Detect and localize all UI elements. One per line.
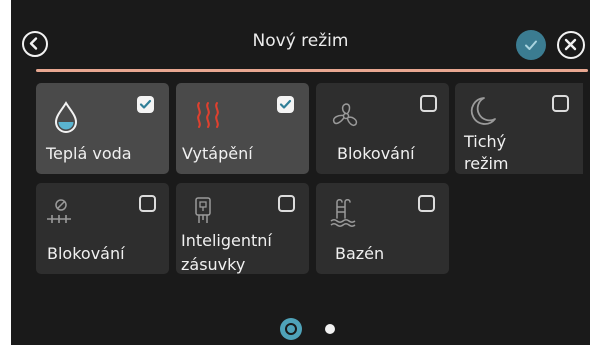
- tile-label-line1: Tichý: [464, 132, 507, 151]
- tile-label: Teplá voda: [46, 144, 132, 163]
- tile-label-line2: zásuvky: [181, 255, 246, 274]
- block-heating-checkbox[interactable]: [139, 195, 156, 212]
- tile-hot-water[interactable]: Teplá voda: [36, 83, 169, 174]
- page-indicator[interactable]: [325, 324, 335, 334]
- quiet-mode-checkbox[interactable]: [552, 95, 569, 112]
- page-indicator-active-core: [287, 325, 295, 333]
- checkmark-icon: [525, 40, 537, 50]
- confirm-button[interactable]: [516, 30, 546, 60]
- smart-plug-icon: [195, 197, 211, 223]
- mode-screen: Nový režim Teplá voda Vytápění Blokování…: [11, 0, 590, 345]
- close-icon: [564, 38, 577, 51]
- heating-icon: [197, 102, 219, 128]
- smart-plugs-checkbox[interactable]: [278, 195, 295, 212]
- pool-icon: [330, 199, 356, 227]
- moon-icon: [470, 97, 496, 125]
- close-button[interactable]: [557, 31, 585, 59]
- tile-block-heating[interactable]: Blokování: [36, 183, 169, 274]
- tile-label: Bazén: [335, 244, 385, 263]
- pool-checkbox[interactable]: [418, 195, 435, 212]
- tile-heating[interactable]: Vytápění: [176, 83, 309, 174]
- tile-quiet-mode[interactable]: Tichý režim: [455, 83, 583, 174]
- tile-label-line2: režim: [464, 154, 509, 173]
- tile-label: Vytápění: [182, 144, 253, 163]
- heating-checkbox[interactable]: [277, 96, 294, 113]
- checkmark-icon: [279, 99, 292, 109]
- header-accent-line: [36, 69, 588, 72]
- tile-smart-plugs[interactable]: Inteligentní zásuvky: [176, 183, 309, 274]
- tile-label-line1: Inteligentní: [181, 231, 272, 250]
- block-fan-checkbox[interactable]: [420, 95, 437, 112]
- page-title: Nový režim: [252, 31, 349, 51]
- fan-icon: [332, 103, 358, 127]
- blocked-heating-icon: [47, 199, 71, 223]
- hot-water-checkbox[interactable]: [137, 96, 154, 113]
- checkmark-icon: [139, 99, 152, 109]
- tile-label: Blokování: [337, 144, 415, 163]
- tile-pool[interactable]: Bazén: [316, 183, 449, 274]
- water-drop-icon: [54, 101, 78, 133]
- tile-label: Blokování: [47, 244, 125, 263]
- tile-block-fan[interactable]: Blokování: [316, 83, 449, 174]
